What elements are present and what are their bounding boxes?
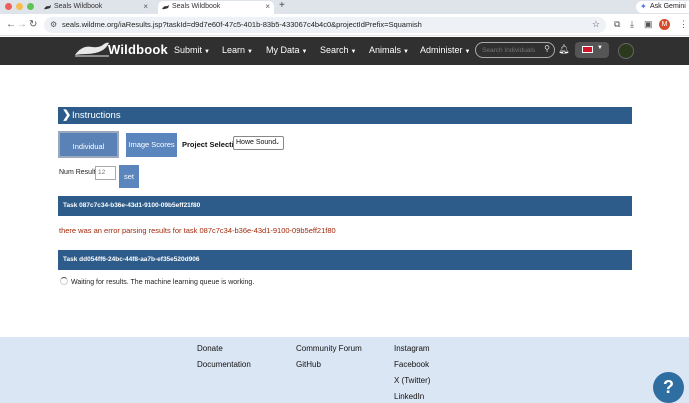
- task-header: Task 087c7c34-b36e-43d1-9100-09b5eff21f8…: [58, 196, 632, 216]
- ask-gemini-button[interactable]: ✦ Ask Gemini: [636, 1, 689, 13]
- nav-search[interactable]: Search ▼: [320, 45, 356, 55]
- browser-menu-icon[interactable]: ⋮: [679, 19, 688, 30]
- tab-title: Seals Wildbook: [54, 3, 103, 10]
- footer-link-donate[interactable]: Donate: [197, 344, 223, 353]
- task-id-label: Task dd054ff6-24bc-44f8-aa7b-ef35e520d90…: [63, 256, 200, 263]
- chevron-down-icon: ▼: [464, 49, 471, 55]
- nav-administer-label: Administer: [420, 45, 463, 55]
- num-results-input[interactable]: 12: [95, 166, 116, 180]
- footer-link-github[interactable]: GitHub: [296, 360, 321, 369]
- nav-my-data-label: My Data: [266, 45, 300, 55]
- footer-link-documentation[interactable]: Documentation: [197, 360, 251, 369]
- nav-submit[interactable]: Submit ▼: [174, 45, 210, 55]
- seal-favicon-icon: [44, 4, 51, 10]
- address-bar[interactable]: ⚙ seals.wildme.org/iaResults.jsp?taskId=…: [44, 17, 606, 33]
- chevron-down-icon: ▼: [204, 49, 210, 55]
- chevron-down-icon: ▼: [301, 49, 308, 55]
- footer-link-community-forum[interactable]: Community Forum: [296, 344, 362, 353]
- ask-gemini-label: Ask Gemini: [650, 3, 686, 10]
- extensions-icon[interactable]: ▣: [644, 19, 653, 30]
- nav-administer[interactable]: Administer ▼: [420, 45, 470, 55]
- site-footer: Donate Documentation Community Forum Git…: [0, 337, 689, 403]
- chevron-down-icon: ▼: [350, 49, 357, 55]
- project-select-value: Howe Sound: [236, 139, 277, 146]
- nav-animals-label: Animals: [369, 45, 402, 55]
- close-tab-icon[interactable]: ×: [143, 1, 148, 13]
- browser-tab-1[interactable]: Seals Wildbook ×: [40, 1, 152, 14]
- error-message: there was an error parsing results for t…: [59, 226, 336, 235]
- user-avatar[interactable]: [618, 43, 634, 59]
- task-header: Task dd054ff6-24bc-44f8-aa7b-ef35e520d90…: [58, 250, 632, 270]
- task-id-label: Task 087c7c34-b36e-43d1-9100-09b5eff21f8…: [63, 202, 201, 209]
- gemini-sparkle-icon: ✦: [640, 2, 647, 11]
- nav-animals[interactable]: Animals ▼: [369, 45, 409, 55]
- search-icon[interactable]: ⚲: [544, 44, 550, 53]
- close-window-icon[interactable]: [5, 3, 12, 10]
- minimize-window-icon[interactable]: [16, 3, 23, 10]
- maximize-window-icon[interactable]: [27, 3, 34, 10]
- close-tab-icon[interactable]: ×: [265, 1, 270, 13]
- instructions-label: Instructions: [72, 110, 121, 121]
- language-selector[interactable]: ▼: [575, 42, 609, 58]
- uk-flag-icon: [582, 46, 593, 53]
- chevron-down-icon: ⌄: [274, 140, 280, 146]
- image-scores-button[interactable]: Image Scores: [126, 133, 177, 157]
- notification-bell-icon[interactable]: 🔔︎: [558, 44, 569, 55]
- new-tab-icon[interactable]: +: [279, 0, 285, 11]
- individual-scores-button[interactable]: Individual Scores: [58, 131, 119, 178]
- site-brand[interactable]: Wildbook: [108, 42, 168, 57]
- forward-icon[interactable]: →: [17, 19, 27, 31]
- tab-title: Seals Wildbook: [172, 3, 221, 10]
- nav-my-data[interactable]: My Data ▼: [266, 45, 307, 55]
- nav-search-label: Search: [320, 45, 349, 55]
- project-select[interactable]: Howe Sound ⌄: [233, 136, 284, 150]
- help-button[interactable]: ?: [653, 372, 684, 403]
- individual-search-box: ⚲: [475, 42, 555, 58]
- browser-profile-avatar[interactable]: M: [659, 19, 670, 30]
- seal-favicon-icon: [162, 4, 169, 10]
- bookmark-star-icon[interactable]: ☆: [592, 19, 600, 30]
- chevron-down-icon: ▼: [597, 45, 603, 51]
- chevron-down-icon: ▼: [403, 49, 409, 55]
- wildbook-logo-icon[interactable]: [74, 41, 110, 57]
- chevron-down-icon: ▼: [247, 49, 253, 55]
- browser-toolbar: ← → ↻ ⚙ seals.wildme.org/iaResults.jsp?t…: [0, 14, 689, 36]
- footer-link-twitter[interactable]: X (Twitter): [394, 376, 430, 385]
- search-input[interactable]: [482, 45, 538, 56]
- footer-link-instagram[interactable]: Instagram: [394, 344, 430, 353]
- nav-learn[interactable]: Learn ▼: [222, 45, 253, 55]
- browser-tab-2[interactable]: Seals Wildbook ×: [158, 1, 274, 14]
- browser-tab-strip: Seals Wildbook × Seals Wildbook × + ✦ As…: [0, 0, 689, 14]
- site-navbar: Wildbook Submit ▼ Learn ▼ My Data ▼ Search ▼…: [0, 37, 689, 65]
- back-icon[interactable]: ←: [6, 19, 16, 31]
- reload-icon[interactable]: ↻: [29, 19, 37, 31]
- url-text: seals.wildme.org/iaResults.jsp?taskId=d9…: [62, 20, 422, 29]
- waiting-message: Waiting for results. The machine learnin…: [71, 279, 255, 286]
- site-info-icon[interactable]: ⚙: [50, 20, 57, 29]
- chevron-right-icon: ❯: [62, 109, 72, 121]
- nav-submit-label: Submit: [174, 45, 203, 55]
- footer-link-facebook[interactable]: Facebook: [394, 360, 429, 369]
- set-button[interactable]: set: [119, 165, 139, 188]
- nav-learn-label: Learn: [222, 45, 246, 55]
- tab-search-icon[interactable]: ⧉: [614, 19, 620, 30]
- download-icon[interactable]: ⤓: [630, 19, 634, 30]
- footer-link-linkedin[interactable]: LinkedIn: [394, 392, 424, 401]
- instructions-toggle[interactable]: ❯ Instructions: [58, 107, 632, 124]
- loading-spinner-icon: [60, 277, 68, 285]
